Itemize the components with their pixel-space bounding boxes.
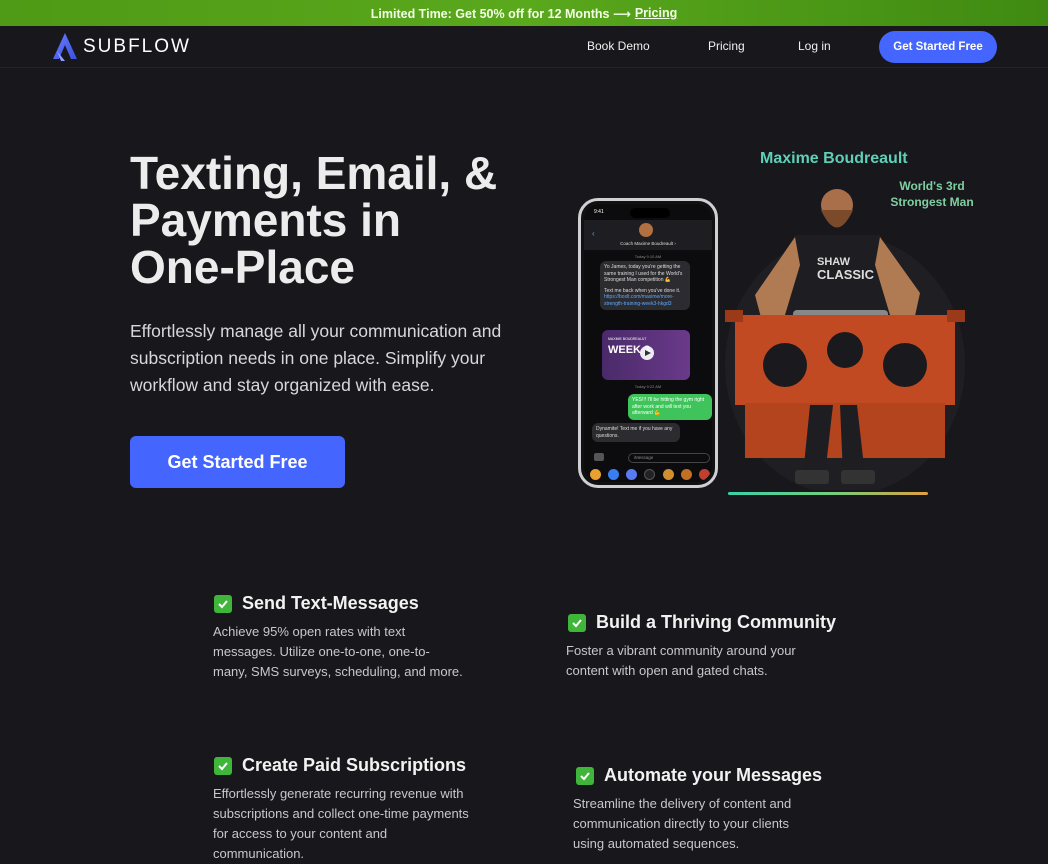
- feature-send-text: Send Text-Messages Achieve 95% open rate…: [213, 593, 484, 682]
- nav-log-in[interactable]: Log in: [798, 39, 831, 53]
- check-icon: [576, 766, 594, 785]
- promo-pricing-link[interactable]: Pricing: [635, 6, 677, 20]
- app-tray: [590, 468, 710, 480]
- feature-community: Build a Thriving Community Foster a vibr…: [566, 612, 868, 681]
- play-icon: [640, 346, 654, 360]
- promo-text: Limited Time: Get 50% off for 12 Months …: [370, 6, 631, 21]
- feature-desc: Foster a vibrant community around your c…: [566, 643, 796, 678]
- accent-glow-line: [728, 492, 928, 495]
- contact-name: Coach Maxime Boudreault ›: [620, 241, 676, 246]
- phone-chat-header: ‹ Coach Maxime Boudreault ›: [584, 220, 712, 250]
- feature-title: Create Paid Subscriptions: [242, 755, 467, 775]
- brand-logo[interactable]: SUBFLOW: [51, 31, 191, 63]
- message-input: iMessage: [628, 453, 710, 463]
- check-icon: [568, 613, 586, 632]
- hero-title-line: Texting, Email, &: [130, 147, 498, 199]
- hero-title-line: One-Place: [130, 241, 355, 293]
- photos-app-icon: [590, 468, 601, 480]
- check-icon: [214, 594, 232, 613]
- music-app-icon: [698, 468, 710, 480]
- promo-banner: Limited Time: Get 50% off for 12 Months …: [0, 0, 1048, 26]
- hero-title: Texting, Email, & Payments in One-Place: [130, 150, 550, 291]
- athlete-image: SHAW CLASSIC: [725, 189, 965, 490]
- hero-get-started-button[interactable]: Get Started Free: [130, 436, 345, 488]
- phone-screen: 9:41 ‹ Coach Maxime Boudreault › Today 9…: [584, 204, 712, 482]
- nav-pricing[interactable]: Pricing: [708, 39, 745, 53]
- feature-subscriptions: Create Paid Subscriptions Effortlessly g…: [213, 755, 494, 864]
- appstore-app-icon: [608, 468, 620, 480]
- feature-desc: Achieve 95% open rates with text message…: [213, 624, 463, 679]
- feature-automate: Automate your Messages Streamline the de…: [573, 765, 856, 854]
- hero-subtitle: Effortlessly manage all your communicati…: [130, 321, 502, 395]
- video-brand: MAXIME BOUDREAULT: [608, 337, 647, 341]
- camera-icon: [594, 453, 604, 461]
- back-chevron-icon: ‹: [592, 229, 595, 238]
- incoming-message: Dynamite! Text me if you have any questi…: [592, 423, 680, 442]
- video-thumbnail: MAXIME BOUDREAULT WEEK 3: [602, 330, 690, 380]
- sticker-app-icon: [662, 468, 674, 480]
- nav-get-started-button[interactable]: Get Started Free: [879, 31, 997, 63]
- message-link: https://boxlt.com/maxime/more-strength-t…: [604, 294, 674, 307]
- outgoing-message: YES!!! I'll be hitting the gym right aft…: [628, 394, 712, 420]
- subflow-logo-icon: [53, 33, 77, 61]
- brand-name: SUBFLOW: [83, 36, 191, 57]
- check-icon: [214, 756, 232, 775]
- athlete-name: Maxime Boudreault: [760, 150, 908, 167]
- contact-avatar: [639, 223, 653, 237]
- message-text: Yo James, today you're getting the same …: [604, 264, 683, 283]
- feature-desc: Effortlessly generate recurring revenue …: [213, 786, 469, 861]
- svg-text:CLASSIC: CLASSIC: [817, 267, 875, 282]
- incoming-message: Yo James, today you're getting the same …: [600, 261, 690, 310]
- chat-timestamp: Today 9:10 AM: [634, 254, 662, 259]
- phone-notch: [630, 208, 670, 218]
- feature-title: Build a Thriving Community: [596, 612, 837, 632]
- chat-timestamp: Today 9:22 AM: [634, 384, 662, 389]
- game-app-icon: [680, 468, 692, 480]
- feature-desc: Streamline the delivery of content and c…: [573, 796, 792, 851]
- applecash-app-icon: [644, 468, 656, 480]
- nav-book-demo[interactable]: Book Demo: [587, 39, 650, 53]
- hero-title-line: Payments in: [130, 194, 401, 246]
- memoji-app-icon: [626, 468, 638, 480]
- feature-title: Automate your Messages: [604, 765, 823, 785]
- phone-mockup: 9:41 ‹ Coach Maxime Boudreault › Today 9…: [578, 198, 718, 488]
- top-nav: SUBFLOW Book Demo Pricing Log in Get Sta…: [0, 26, 1048, 68]
- feature-title: Send Text-Messages: [242, 593, 419, 613]
- phone-time: 9:41: [594, 209, 604, 215]
